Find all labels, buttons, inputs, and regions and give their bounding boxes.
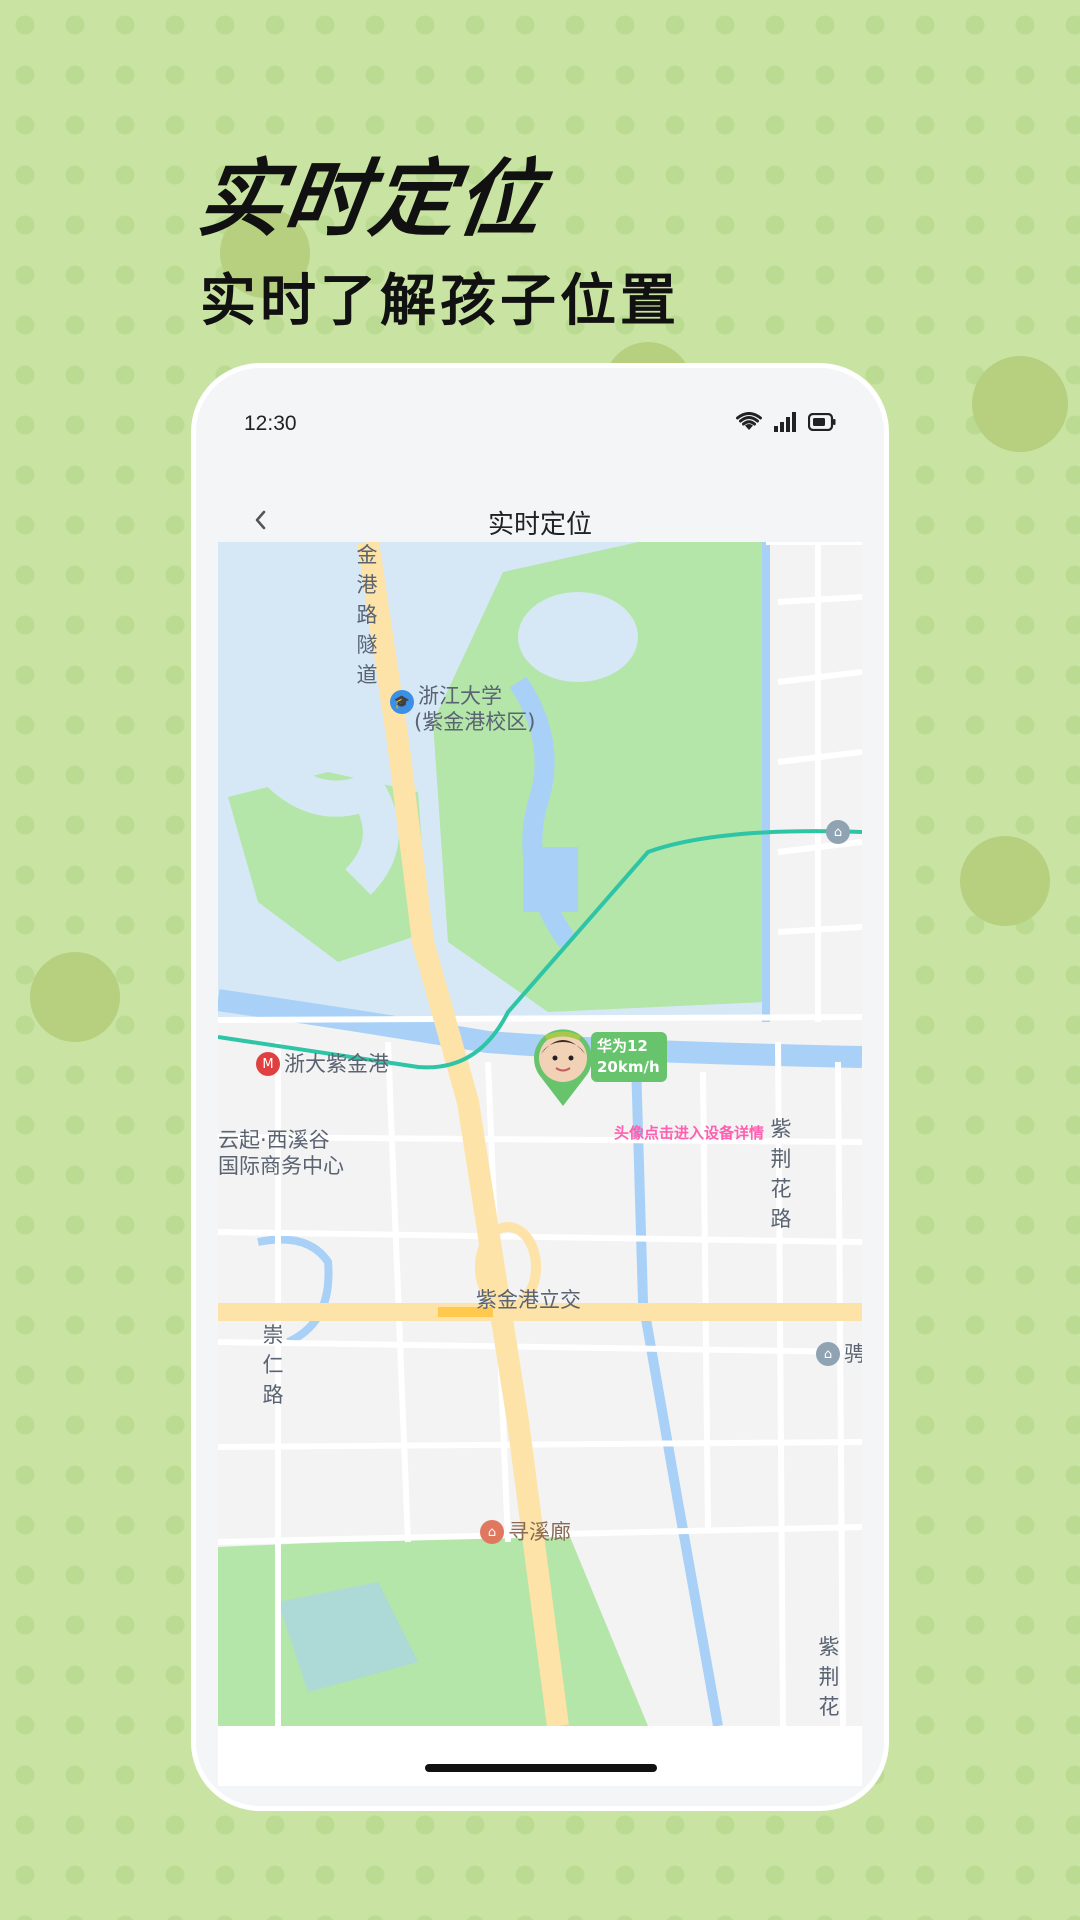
- map-view[interactable]: 金港路隧道 🎓 浙江大学 (紫金港校区) M 浙大紫金港 云起·西溪谷 国际商务…: [218, 542, 862, 1726]
- bg-blob: [30, 952, 120, 1042]
- map-label-chongren-road: 崇仁路: [262, 1323, 284, 1407]
- map-label-business-center: 国际商务中心: [218, 1154, 344, 1178]
- device-name: 华为12: [597, 1037, 648, 1055]
- phone-frame: 12:30 实时定位 金港路隧道 🎓 浙江大学 (紫金港校区) M 浙大紫金港 …: [196, 368, 884, 1806]
- home-indicator[interactable]: [425, 1764, 657, 1772]
- east-block: [766, 542, 862, 1032]
- campus-pond: [518, 592, 638, 682]
- battery-icon: [807, 412, 836, 435]
- south-park: [218, 1532, 648, 1726]
- status-bar: 12:30: [196, 368, 884, 478]
- map-label-zijinghua-road-south: 紫荆花路: [818, 1635, 840, 1726]
- bottom-bar: [218, 1726, 862, 1786]
- map-label-metro: 浙大紫金港: [284, 1052, 389, 1076]
- status-icons: [736, 412, 836, 436]
- device-speed: 20km/h: [597, 1058, 660, 1076]
- building-icon: ⌂: [816, 1342, 840, 1366]
- child-avatar-icon: [534, 1029, 592, 1106]
- scenic-spot-icon: ⌂: [480, 1520, 504, 1544]
- device-avatar-marker[interactable]: [532, 1028, 594, 1108]
- university-icon: 🎓: [390, 690, 414, 714]
- signal-icon: [774, 412, 796, 436]
- map-label-zijinghua-road: 紫荆花路: [770, 1117, 792, 1231]
- map-label-road: 金港路隧道: [356, 543, 378, 687]
- bg-blob: [972, 356, 1068, 452]
- hero-title: 实时定位: [192, 150, 550, 248]
- bg-blob: [960, 836, 1050, 926]
- metro-station-icon: M: [256, 1052, 280, 1076]
- map-label-right-poi: 骋: [844, 1342, 862, 1366]
- map-label-interchange: 紫金港立交: [476, 1288, 581, 1312]
- page-title: 实时定位: [487, 510, 592, 540]
- map-label-university-campus: (紫金港校区): [414, 710, 536, 734]
- device-detail-hint: 头像点击进入设备详情: [614, 1124, 765, 1142]
- status-time: 12:30: [244, 412, 297, 435]
- device-info-badge[interactable]: 华为12 20km/h: [591, 1032, 667, 1082]
- map-label-xunxilang: 寻溪廊: [508, 1520, 571, 1544]
- hero-subtitle: 实时了解孩子位置: [200, 269, 680, 334]
- campus-pool: [523, 847, 578, 912]
- wifi-icon: [736, 412, 762, 436]
- building-icon: ⌂: [826, 820, 850, 844]
